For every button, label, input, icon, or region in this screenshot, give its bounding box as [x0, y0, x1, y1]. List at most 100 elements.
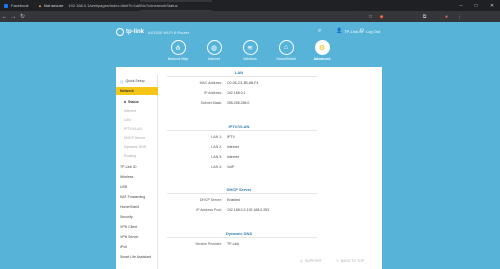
menu-icon[interactable]: ⋮ [455, 12, 464, 21]
sidebar-item-label: Status [128, 100, 139, 104]
sidebar-item-label: IPv6 [120, 245, 128, 249]
nav-label: Advanced [313, 57, 331, 61]
info-value: VoIP [227, 165, 235, 169]
sidebar-item-homeshield[interactable]: HomeShield [116, 203, 158, 211]
sidebar-item-label: USB [120, 185, 128, 189]
sidebar-item-dynamic-dns[interactable]: Dynamic DNS [116, 143, 158, 151]
wireless-icon: ≋ [242, 40, 258, 55]
section-divider [167, 193, 317, 194]
user-icon: 👤 [336, 28, 343, 34]
sidebar-item-label: Quick Setup [125, 79, 145, 83]
search-icon[interactable]: ⌕ [318, 28, 321, 35]
network-map-icon: ⋔ [170, 40, 186, 55]
sidebar-item-label: Routing [124, 154, 137, 158]
close-window-button[interactable]: ✕ [485, 0, 499, 11]
sidebar-item-label: TP-Link ID [120, 165, 137, 169]
info-value: Internet [227, 145, 239, 149]
sidebar-item-label: Network [120, 89, 134, 93]
sidebar-item-vpn-server[interactable]: VPN Server [116, 233, 158, 241]
minimize-button[interactable]: – [454, 0, 468, 11]
quick-setup-icon: ◷ [120, 78, 124, 84]
nav-label: Internet [208, 57, 220, 61]
section-title-iptv-vlan: IPTV/VLAN [228, 124, 250, 129]
warning-icon[interactable]: ▲ [38, 3, 42, 8]
logout-icon: ⏻ [360, 28, 364, 34]
support-icon: ◎ [300, 259, 304, 263]
section-title-dynamic-dns: Dynamic DNS [225, 231, 253, 236]
brave-shield-icon[interactable]: ◆ [377, 12, 386, 21]
sidebar-item-wireless[interactable]: Wireless [116, 173, 158, 181]
info-key: DHCP Server: [199, 198, 222, 202]
section-divider [167, 76, 317, 77]
nav-advanced[interactable]: ⚙ Advanced [301, 40, 343, 61]
sidebar-item-tp-link-id[interactable]: TP-Link ID [116, 163, 158, 171]
sidebar-item-status[interactable]: Status [116, 98, 158, 106]
sidebar-item-smart-life-assistant[interactable]: Smart Life Assistant [116, 253, 158, 261]
info-key: LAN 1: [211, 135, 222, 139]
extensions-icon[interactable]: ⧉ [420, 12, 429, 21]
back-to-top-link[interactable]: ⇧ BACK TO TOP [336, 259, 364, 263]
support-label: SUPPORT [305, 259, 322, 263]
selected-dot-icon [124, 101, 126, 103]
info-value: 255.255.255.0 [227, 101, 250, 105]
sidebar-item-internet[interactable]: Internet [116, 107, 158, 115]
tab-label: Facebook [11, 3, 29, 8]
nav-label: Network Map [167, 57, 189, 61]
sidebar-item-vpn-client[interactable]: VPN Client [116, 223, 158, 231]
section-title-dhcp-server: DHCP Server [226, 187, 252, 192]
arrow-up-icon: ⇧ [335, 259, 339, 263]
router-model: AX1500 Wi-Fi 6 Router [148, 29, 190, 35]
star-icon[interactable]: ☆ [366, 12, 375, 21]
sidebar-item-nat-forwarding[interactable]: NAT Forwarding [116, 193, 158, 201]
sidebar-item-security[interactable]: Security [116, 213, 158, 221]
sidebar-item-quick-setup[interactable]: ◷ Quick Setup [116, 77, 158, 85]
info-value: IPTV [227, 135, 235, 139]
sidebar-item-label: Internet [124, 109, 136, 113]
security-label[interactable]: Not secure [44, 3, 63, 8]
shield-icon: ⌂ [278, 40, 294, 55]
sidebar-item-label: Security [120, 215, 133, 219]
sidebar-item-label: IPTV/VLAN [124, 127, 142, 131]
globe-icon: ◍ [206, 40, 222, 55]
sidebar-item-routing[interactable]: Routing [116, 152, 158, 160]
info-key: IP Address Pool: [196, 208, 222, 212]
info-key: LAN 4: [211, 165, 222, 169]
address-bar[interactable]: ▲ Not secure 192.168.0.1/webpages/index.… [34, 1, 362, 10]
sidebar: ◷ Quick Setup Network Status Internet LA… [116, 75, 158, 269]
sidebar-item-network[interactable]: Network [116, 87, 158, 95]
section-divider [167, 130, 317, 131]
nav-label: Wireless [243, 57, 257, 61]
support-link[interactable]: ◎ SUPPORT [300, 259, 322, 263]
back-button[interactable]: ← [0, 14, 9, 20]
logout-link[interactable]: ⏻ Log Out [360, 28, 380, 34]
sidebar-item-usb[interactable]: USB [116, 183, 158, 191]
info-value: Internet [227, 155, 239, 159]
tp-link-logo: tp-link AX1500 Wi-Fi 6 Router [116, 28, 189, 36]
page-footer: ◎ SUPPORT ⇧ BACK TO TOP [300, 259, 364, 263]
url-text[interactable]: 192.168.0.1/webpages/index.html?t=1a8f4c… [68, 3, 177, 8]
gear-icon: ⚙ [314, 40, 330, 55]
info-key: Subnet Mask: [200, 101, 222, 105]
facebook-favicon-icon [4, 3, 8, 8]
logout-label: Log Out [365, 28, 381, 34]
info-key: LAN 2: [211, 145, 222, 149]
reload-button[interactable]: ↻ [18, 13, 27, 20]
status-content: LAN MAC Address: C0-06-C3-3B-A8-F4 IP Ad… [159, 67, 382, 269]
sidebar-item-dhcp-server[interactable]: DHCP Server [116, 134, 158, 142]
profile-icon[interactable]: ● [442, 12, 451, 21]
info-key: IP Address: [204, 91, 222, 95]
maximize-button[interactable]: □ [469, 0, 483, 11]
info-value: 192.168.0.1 [227, 91, 246, 95]
sidebar-item-lan[interactable]: LAN [116, 116, 158, 124]
sidebar-item-label: HomeShield [120, 205, 140, 209]
sidebar-item-ipv6[interactable]: IPv6 [116, 243, 158, 251]
sidebar-item-label: Wireless [120, 175, 134, 179]
sidebar-item-label: VPN Client [120, 225, 138, 229]
forward-button[interactable]: → [9, 14, 18, 20]
back-to-top-label: BACK TO TOP [340, 259, 365, 263]
sidebar-item-iptv-vlan[interactable]: IPTV/VLAN [116, 125, 158, 133]
info-key: Service Provider: [195, 242, 222, 246]
info-key: MAC Address: [199, 81, 222, 85]
info-key: LAN 3: [211, 155, 222, 159]
sidebar-item-label: DHCP Server [124, 136, 146, 140]
